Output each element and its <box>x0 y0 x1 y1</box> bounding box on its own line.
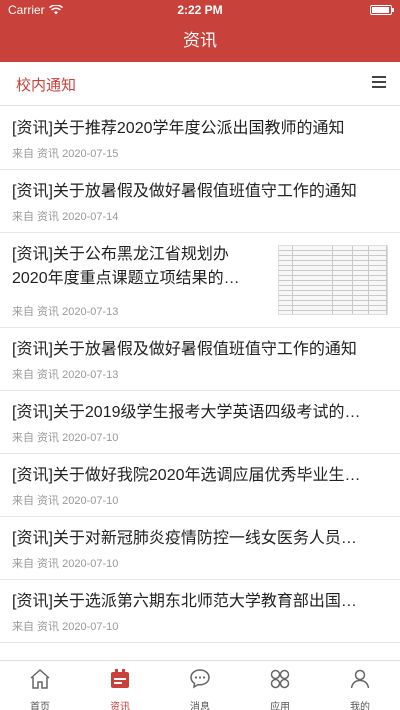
tab-label: 应用 <box>270 702 290 710</box>
page-title: 资讯 <box>183 31 217 50</box>
status-bar: Carrier 2:22 PM <box>0 0 400 20</box>
news-thumbnail <box>278 245 388 315</box>
news-meta: 来自 资讯 2020-07-10 <box>12 432 119 444</box>
news-item[interactable]: [资讯]关于2019级学生报考大学英语四级考试的… 来自 资讯 2020-07-… <box>0 391 400 454</box>
news-item[interactable]: [资讯]关于做好我院2020年选调应届优秀毕业生… 来自 资讯 2020-07-… <box>0 454 400 517</box>
news-meta: 来自 资讯 2020-07-13 <box>12 306 119 318</box>
news-meta: 来自 资讯 2020-07-10 <box>12 495 119 507</box>
section-header: 校内通知 <box>0 62 400 106</box>
news-title: [资讯]关于对新冠肺炎疫情防控一线女医务人员… <box>12 530 357 547</box>
news-title: [资讯]关于推荐2020学年度公派出国教师的通知 <box>12 120 345 137</box>
battery-icon <box>370 5 394 15</box>
tab-profile[interactable]: 我的 <box>320 661 400 710</box>
news-meta: 来自 资讯 2020-07-14 <box>12 211 119 223</box>
nav-bar: 资讯 <box>0 20 400 62</box>
news-title: [资讯]关于2019级学生报考大学英语四级考试的… <box>12 404 361 421</box>
news-title: [资讯]关于公布黑龙江省规划办2020年度重点课题立项结果的… <box>12 246 240 287</box>
tab-bar: 首页 资讯 消息 应用 我的 <box>0 660 400 710</box>
news-item[interactable]: [资讯]关于对新冠肺炎疫情防控一线女医务人员… 来自 资讯 2020-07-10 <box>0 517 400 580</box>
news-item[interactable]: [资讯]关于放暑假及做好暑假值班值守工作的通知 来自 资讯 2020-07-14 <box>0 170 400 233</box>
news-title: [资讯]关于放暑假及做好暑假值班值守工作的通知 <box>12 183 357 200</box>
section-title: 校内通知 <box>16 77 77 94</box>
news-meta: 来自 资讯 2020-07-13 <box>12 369 119 381</box>
tab-label: 消息 <box>190 702 210 710</box>
tab-home[interactable]: 首页 <box>0 661 80 710</box>
status-time: 2:22 PM <box>177 3 223 17</box>
news-list: [资讯]关于推荐2020学年度公派出国教师的通知 来自 资讯 2020-07-1… <box>0 107 400 643</box>
news-meta: 来自 资讯 2020-07-10 <box>12 621 119 633</box>
news-meta: 来自 资讯 2020-07-15 <box>12 148 119 160</box>
menu-icon[interactable] <box>372 76 386 90</box>
news-item[interactable]: [资讯]关于放暑假及做好暑假值班值守工作的通知 来自 资讯 2020-07-13 <box>0 328 400 391</box>
news-icon <box>111 669 129 688</box>
home-icon <box>30 668 50 689</box>
news-item[interactable]: [资讯]关于公布黑龙江省规划办2020年度重点课题立项结果的… 来自 资讯 20… <box>0 233 400 328</box>
news-item[interactable]: [资讯]关于推荐2020学年度公派出国教师的通知 来自 资讯 2020-07-1… <box>0 107 400 170</box>
news-meta: 来自 资讯 2020-07-10 <box>12 558 119 570</box>
tab-messages[interactable]: 消息 <box>160 661 240 710</box>
profile-icon <box>350 669 370 689</box>
tab-label: 资讯 <box>110 702 130 710</box>
apps-icon <box>270 669 290 689</box>
news-title: [资讯]关于放暑假及做好暑假值班值守工作的通知 <box>12 341 357 358</box>
tab-label: 我的 <box>350 702 370 710</box>
tab-label: 首页 <box>30 702 50 710</box>
news-title: [资讯]关于选派第六期东北师范大学教育部出国… <box>12 593 357 610</box>
message-icon <box>190 669 210 689</box>
news-title: [资讯]关于做好我院2020年选调应届优秀毕业生… <box>12 467 361 484</box>
tab-apps[interactable]: 应用 <box>240 661 320 710</box>
news-item[interactable]: [资讯]关于选派第六期东北师范大学教育部出国… 来自 资讯 2020-07-10 <box>0 580 400 643</box>
tab-news[interactable]: 资讯 <box>80 661 160 710</box>
